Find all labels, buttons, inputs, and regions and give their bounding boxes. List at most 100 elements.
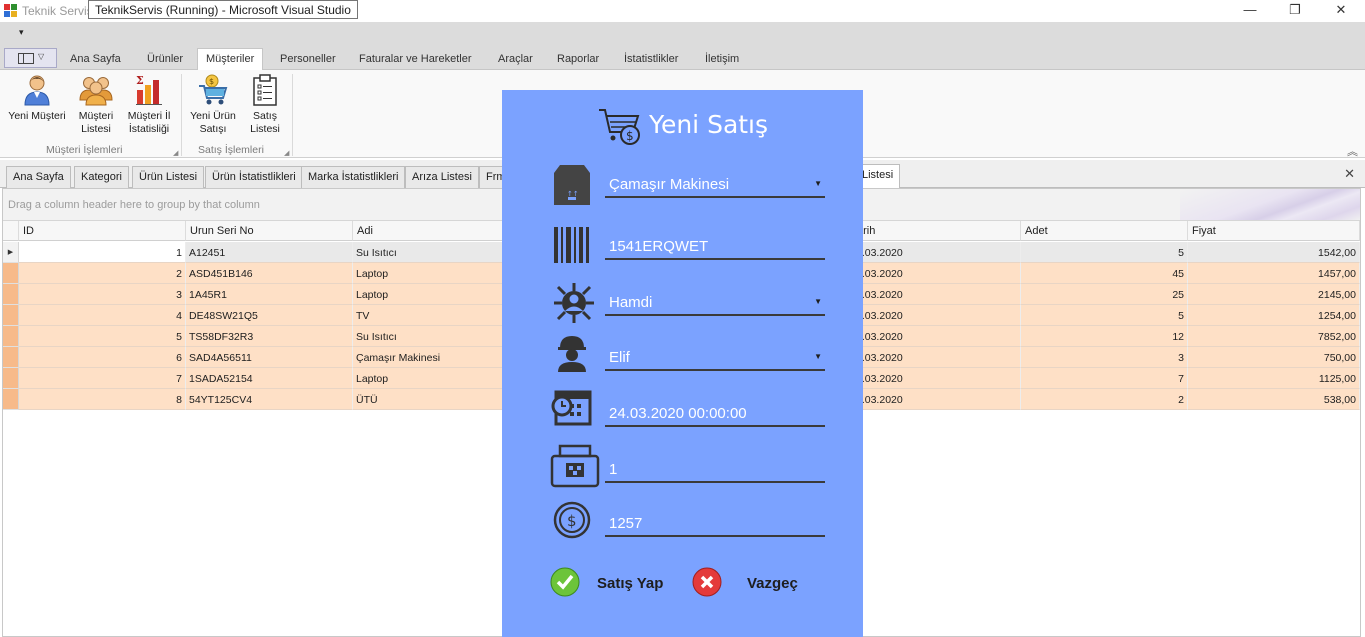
staff-select[interactable]: Elif ▼ xyxy=(605,347,825,371)
cell-tarih[interactable]: 2.03.2020 xyxy=(853,242,1021,263)
cell-id[interactable]: 6 xyxy=(19,347,186,368)
cell-fiyat[interactable]: 538,00 xyxy=(1188,389,1360,410)
cell-fiyat[interactable]: 1125,00 xyxy=(1188,368,1360,389)
row-indicator[interactable] xyxy=(3,284,19,305)
column-header-adet[interactable]: Adet xyxy=(1021,221,1188,241)
doc-tab-marka-istatistlikleri[interactable]: Marka İstatistlikleri xyxy=(301,166,406,188)
customer-select[interactable]: Hamdi ▼ xyxy=(605,292,825,316)
chevron-down-icon[interactable]: ▼ xyxy=(814,179,822,188)
price-input[interactable]: 1257 xyxy=(605,513,825,537)
cell-fiyat[interactable]: 750,00 xyxy=(1188,347,1360,368)
cell-tarih[interactable]: 2.03.2020 xyxy=(853,347,1021,368)
doc-tab-ana-sayfa[interactable]: Ana Sayfa xyxy=(6,166,71,188)
cell-adet[interactable]: 25 xyxy=(1021,284,1188,305)
serial-number-input[interactable]: 1541ERQWET xyxy=(605,236,825,260)
cell-adet[interactable]: 2 xyxy=(1021,389,1188,410)
quantity-value: 1 xyxy=(609,461,618,478)
quantity-input[interactable]: 1 xyxy=(605,459,825,483)
cancel-x-icon xyxy=(692,567,722,597)
cell-seri[interactable]: 54YT125CV4 xyxy=(186,389,353,410)
cell-seri[interactable]: ASD451B146 xyxy=(186,263,353,284)
chevron-down-icon[interactable]: ▼ xyxy=(814,297,822,306)
application-menu-button[interactable]: ▽ xyxy=(4,48,57,68)
cell-tarih[interactable]: 2.03.2020 xyxy=(853,326,1021,347)
cell-adet[interactable]: 45 xyxy=(1021,263,1188,284)
doc-tab-kategori[interactable]: Kategori xyxy=(74,166,129,188)
tab-ana-sayfa[interactable]: Ana Sayfa xyxy=(70,49,121,70)
satis-yap-button[interactable]: Satış Yap xyxy=(550,565,675,599)
cell-adet[interactable]: 12 xyxy=(1021,326,1188,347)
restore-button[interactable]: ❐ xyxy=(1272,0,1318,22)
cell-tarih[interactable]: 2.03.2020 xyxy=(853,284,1021,305)
group-launcher-icon[interactable]: ◢ xyxy=(284,149,289,157)
yeni-urun-satisi-button[interactable]: $ Yeni Ürün Satışı xyxy=(186,74,240,136)
doc-tab-urun-istatistlikleri[interactable]: Ürün İstatistlikleri xyxy=(205,166,303,188)
group-by-hint: Drag a column header here to group by th… xyxy=(8,199,260,211)
close-icon[interactable]: ✕ xyxy=(1344,166,1355,182)
minimize-button[interactable]: — xyxy=(1227,0,1273,22)
tab-urunler[interactable]: Ürünler xyxy=(147,49,183,70)
cell-tarih[interactable]: 2.03.2020 xyxy=(853,389,1021,410)
tab-personeller[interactable]: Personeller xyxy=(280,49,336,70)
collapse-ribbon-icon[interactable]: ︽ xyxy=(1347,143,1358,159)
serial-number-value: 1541ERQWET xyxy=(609,238,709,255)
cell-seri[interactable]: TS58DF32R3 xyxy=(186,326,353,347)
cell-id[interactable]: 4 xyxy=(19,305,186,326)
cell-adet[interactable]: 3 xyxy=(1021,347,1188,368)
row-indicator[interactable] xyxy=(3,263,19,284)
chevron-down-icon[interactable]: ▼ xyxy=(814,352,822,361)
tab-faturalar[interactable]: Faturalar ve Hareketler xyxy=(359,49,472,70)
close-button[interactable]: ✕ xyxy=(1318,0,1364,22)
column-header-urun-seri-no[interactable]: Urun Seri No xyxy=(186,221,353,241)
row-indicator[interactable] xyxy=(3,368,19,389)
column-header-tarih[interactable]: arih xyxy=(853,221,1021,241)
cell-id[interactable]: 1 xyxy=(19,242,186,263)
cell-fiyat[interactable]: 1457,00 xyxy=(1188,263,1360,284)
customize-toolbar-icon[interactable]: ▾ xyxy=(19,27,24,38)
cell-id[interactable]: 5 xyxy=(19,326,186,347)
row-indicator[interactable] xyxy=(3,305,19,326)
cell-id[interactable]: 2 xyxy=(19,263,186,284)
cell-seri[interactable]: SAD4A56511 xyxy=(186,347,353,368)
cell-tarih[interactable]: 2.03.2020 xyxy=(853,263,1021,284)
cell-tarih[interactable]: 2.03.2020 xyxy=(853,305,1021,326)
cell-seri[interactable]: A12451 xyxy=(186,242,353,263)
cell-id[interactable]: 7 xyxy=(19,368,186,389)
row-indicator[interactable] xyxy=(3,389,19,410)
cell-seri[interactable]: DE48SW21Q5 xyxy=(186,305,353,326)
doc-tab-ariza-listesi[interactable]: Arıza Listesi xyxy=(405,166,479,188)
product-select[interactable]: Çamaşır Makinesi ▼ xyxy=(605,174,825,198)
cell-fiyat[interactable]: 1542,00 xyxy=(1188,242,1360,263)
tab-istatistlikler[interactable]: İstatistlikler xyxy=(624,49,678,70)
column-header-fiyat[interactable]: Fiyat xyxy=(1188,221,1360,241)
doc-tab-urun-listesi[interactable]: Ürün Listesi xyxy=(132,166,205,188)
tab-musteriler[interactable]: Müşteriler xyxy=(197,48,264,71)
cell-fiyat[interactable]: 2145,00 xyxy=(1188,284,1360,305)
cell-adet[interactable]: 5 xyxy=(1021,242,1188,263)
row-indicator[interactable] xyxy=(3,347,19,368)
cell-adet[interactable]: 7 xyxy=(1021,368,1188,389)
vazgec-button[interactable]: Vazgeç xyxy=(692,565,812,599)
yeni-musteri-button[interactable]: Yeni Müşteri xyxy=(6,74,68,123)
row-indicator[interactable]: ▶ xyxy=(3,242,19,263)
yeni-urun-satisi-label: Yeni Ürün Satışı xyxy=(190,110,236,135)
group-launcher-icon[interactable]: ◢ xyxy=(173,149,178,157)
satis-listesi-button[interactable]: Satış Listesi xyxy=(246,74,284,136)
musteri-il-istatisligi-button[interactable]: Σ Müşteri İl İstatisliği xyxy=(124,74,174,136)
tab-iletisim[interactable]: İletişim xyxy=(705,49,739,70)
cell-seri[interactable]: 1SADA52154 xyxy=(186,368,353,389)
cell-seri[interactable]: 1A45R1 xyxy=(186,284,353,305)
row-indicator[interactable] xyxy=(3,326,19,347)
tab-raporlar[interactable]: Raporlar xyxy=(557,49,599,70)
cell-id[interactable]: 3 xyxy=(19,284,186,305)
date-input[interactable]: 24.03.2020 00:00:00 xyxy=(605,403,825,427)
customer-group-icon xyxy=(79,77,113,106)
cell-tarih[interactable]: 2.03.2020 xyxy=(853,368,1021,389)
musteri-listesi-button[interactable]: Müşteri Listesi xyxy=(74,74,118,136)
cell-id[interactable]: 8 xyxy=(19,389,186,410)
column-header-id[interactable]: ID xyxy=(19,221,186,241)
cell-adet[interactable]: 5 xyxy=(1021,305,1188,326)
cell-fiyat[interactable]: 7852,00 xyxy=(1188,326,1360,347)
tab-araclar[interactable]: Araçlar xyxy=(498,49,533,70)
cell-fiyat[interactable]: 1254,00 xyxy=(1188,305,1360,326)
